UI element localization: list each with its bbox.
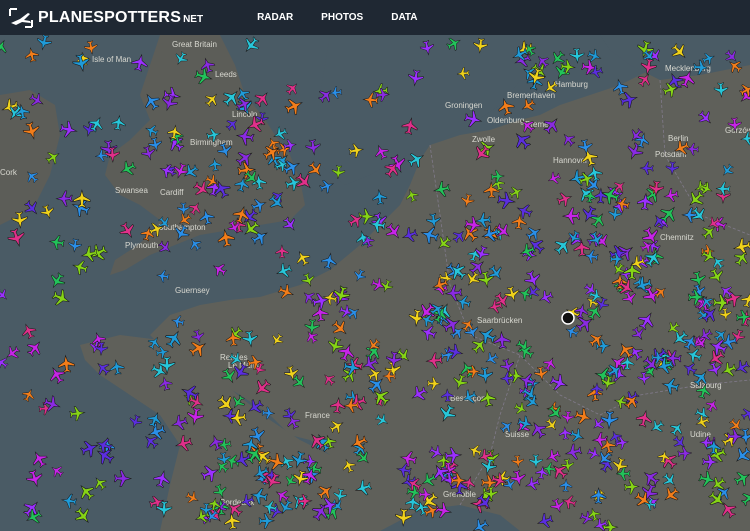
top-navigation-bar: PLANESPOTTERS NET RADAR PHOTOS DATA xyxy=(0,0,750,35)
map-label: Birmingham xyxy=(190,138,233,147)
logo-text: PLANESPOTTERS xyxy=(38,8,182,26)
map-label: Berlin xyxy=(668,134,688,143)
main-nav: RADAR PHOTOS DATA xyxy=(243,0,431,35)
map-label: Plymouth xyxy=(125,241,158,250)
planespotters-logo[interactable]: PLANESPOTTERS NET xyxy=(8,0,203,35)
map-label: Isle of Man xyxy=(92,55,131,64)
map-label: Hamburg xyxy=(555,80,588,89)
map-label: Cardiff xyxy=(160,188,184,197)
nav-radar[interactable]: RADAR xyxy=(243,0,307,35)
map-label: Groningen xyxy=(445,101,482,110)
logo-suffix: NET xyxy=(183,14,204,25)
nav-photos[interactable]: PHOTOS xyxy=(307,0,377,35)
map-label: Leeds xyxy=(215,70,237,79)
map-label: Great Britain xyxy=(172,40,217,49)
map-canvas[interactable]: Great BritainIsle of ManLeedsLincolnBirm… xyxy=(0,35,750,531)
map-label: Oldenburg xyxy=(487,116,524,125)
map-label: France xyxy=(305,411,330,420)
map-label: Swansea xyxy=(115,186,148,195)
map-label: Bremerhaven xyxy=(507,91,555,100)
map-label: Saarbrücken xyxy=(477,316,522,325)
map-label: Guernsey xyxy=(175,286,210,295)
map-label: Gorzów Wielkopolski xyxy=(725,126,750,135)
selected-location-marker[interactable] xyxy=(561,311,575,325)
radar-map[interactable]: Great Britain Isle of Man Leeds Lincoln Birm… xyxy=(0,35,750,531)
map-label: Chemnitz xyxy=(660,233,694,242)
map-label: Cork xyxy=(0,168,18,177)
nav-data[interactable]: DATA xyxy=(377,0,431,35)
airplane-logo-icon xyxy=(9,7,33,28)
